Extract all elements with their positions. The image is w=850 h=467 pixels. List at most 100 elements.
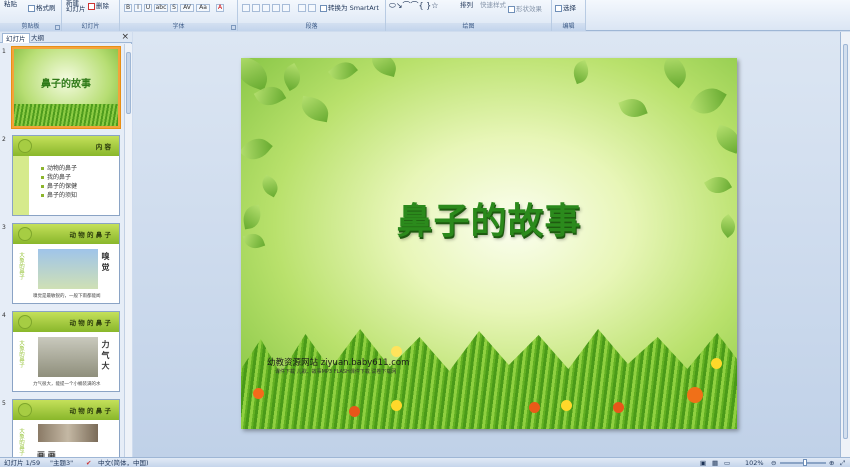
thumb-header: 动 物 的 鼻 子 xyxy=(13,224,119,244)
paste-button[interactable]: 粘贴 xyxy=(4,0,17,8)
shape-effects-button[interactable]: 形状效果 xyxy=(508,5,542,13)
thumb-header-text: 动 物 的 鼻 子 xyxy=(69,231,111,239)
thumb-caption: 嗅觉是最敏锐的，一般下雨都能闻 xyxy=(33,294,101,299)
columns-icon[interactable] xyxy=(282,4,290,12)
list-item: 我的鼻子 xyxy=(41,172,71,181)
align-left-icon[interactable] xyxy=(242,4,250,12)
tab-outline[interactable]: 大纲 xyxy=(28,33,47,43)
italic-button[interactable]: I xyxy=(134,4,142,12)
circle-icon xyxy=(18,227,32,241)
group-label-drawing: 绘图 xyxy=(386,23,551,31)
leaf-decoration xyxy=(657,58,693,89)
close-panel-icon[interactable]: × xyxy=(121,32,129,42)
delete-label: 删除 xyxy=(96,2,109,10)
leaf-decoration xyxy=(241,131,273,167)
align-center-icon[interactable] xyxy=(252,4,260,12)
thumbnail-list: 1 鼻子的故事 2 内 容 动物的鼻子 我的鼻子 鼻子的保健 鼻子的须知 3 动… xyxy=(0,44,124,457)
effects-icon xyxy=(508,5,515,13)
shape-effects-label: 形状效果 xyxy=(516,5,542,13)
language-indicator[interactable]: 中文(简体，中国) xyxy=(98,459,149,467)
fit-window-icon[interactable]: ⤢ xyxy=(840,459,845,467)
shadow-button[interactable]: S xyxy=(170,4,178,12)
thumb-header-text: 内 容 xyxy=(95,143,111,151)
workspace-scrollbar[interactable] xyxy=(840,32,850,457)
new-slide-button[interactable]: 新建 幻灯片 xyxy=(66,0,86,12)
arrange-button[interactable]: 排列 xyxy=(460,1,473,9)
group-font: B I U abc S AV Aa A 字体 xyxy=(120,0,238,31)
smartart-button[interactable]: 转换为 SmartArt xyxy=(320,4,379,12)
leaf-decoration xyxy=(299,95,331,123)
format-painter-label: 格式刷 xyxy=(36,4,56,12)
zoom-in-icon[interactable]: ⊕ xyxy=(829,459,834,467)
shapes-gallery[interactable]: ⬭↘︎⌒⌒{ }☆ xyxy=(389,2,438,10)
slideshow-view-icon[interactable]: ▭ xyxy=(724,459,730,467)
font-color-button[interactable]: A xyxy=(216,4,224,12)
slide-thumbnail-5[interactable]: 动 物 的 鼻 子 大象的鼻子 画 画 xyxy=(12,399,120,457)
flower-decoration xyxy=(711,358,722,369)
list-item: 鼻子的保健 xyxy=(41,181,77,190)
leaf-decoration xyxy=(712,124,737,154)
char-spacing-button[interactable]: AV xyxy=(180,4,194,12)
select-button[interactable]: 选择 xyxy=(555,4,576,12)
tab-slides[interactable]: 幻灯片 xyxy=(2,33,30,43)
group-label-font: 字体 xyxy=(120,23,237,31)
thumb-side-text: 大象的鼻子 xyxy=(18,428,24,456)
change-case-button[interactable]: Aa xyxy=(196,4,210,12)
format-painter-button[interactable]: 格式刷 xyxy=(28,4,56,12)
align-text-icon[interactable] xyxy=(308,4,316,12)
main-slide[interactable]: 鼻子的故事 幼教资源网站 ziyuan.baby611.com 课件下载 儿歌、… xyxy=(241,58,737,429)
slide-thumbnail-3[interactable]: 动 物 的 鼻 子 大象的鼻子 嗅 觉 嗅觉是最敏锐的，一般下雨都能闻 xyxy=(12,223,120,304)
list-item: 鼻子的须知 xyxy=(41,190,77,199)
justify-icon[interactable] xyxy=(272,4,280,12)
group-clipboard: 粘贴 格式刷 剪贴板 xyxy=(0,0,62,31)
scroll-thumb[interactable] xyxy=(126,52,131,114)
thumb-header: 动 物 的 鼻 子 xyxy=(13,312,119,332)
thumbnail-scrollbar[interactable] xyxy=(124,44,132,457)
painting-photo xyxy=(38,424,98,442)
thumb-side-text: 大象的鼻子 xyxy=(18,340,24,368)
thumb-vertical-text: 嗅 觉 xyxy=(101,252,110,271)
zoom-out-icon[interactable]: ⊖ xyxy=(771,459,776,467)
site-subcaption: 课件下载 儿歌、故事MP3 FLASH课件下载 试卷下载网 xyxy=(275,369,397,375)
smartart-icon xyxy=(320,4,327,12)
dialog-launcher-icon[interactable] xyxy=(55,25,60,30)
theme-name: "主题3" xyxy=(50,459,74,467)
thumb-header-text: 动 物 的 鼻 子 xyxy=(69,407,111,415)
thumb-caption: 力气很大，能提一个小桶装满的水 xyxy=(33,382,101,387)
circle-icon xyxy=(18,139,32,153)
slide-thumbnail-1[interactable]: 鼻子的故事 xyxy=(11,46,121,129)
slide-thumbnail-2[interactable]: 内 容 动物的鼻子 我的鼻子 鼻子的保健 鼻子的须知 xyxy=(12,135,120,216)
normal-view-icon[interactable]: ▣ xyxy=(700,459,706,467)
font-launcher-icon[interactable] xyxy=(231,25,236,30)
thumb-header: 动 物 的 鼻 子 xyxy=(13,400,119,420)
slide-thumbnail-4[interactable]: 动 物 的 鼻 子 大象的鼻子 力 气 大 力气很大，能提一个小桶装满的水 xyxy=(12,311,120,392)
slides-panel: 幻灯片 大纲 × 1 鼻子的故事 2 内 容 动物的鼻子 我的鼻子 鼻子的保健 … xyxy=(0,32,132,457)
group-label-clipboard: 剪贴板 xyxy=(0,23,61,31)
delete-icon xyxy=(88,2,95,10)
leaf-decoration xyxy=(689,81,727,121)
elephant-photo xyxy=(38,337,98,377)
zoom-knob[interactable] xyxy=(803,459,808,466)
flower-decoration xyxy=(687,387,703,403)
strikethrough-button[interactable]: abc xyxy=(154,4,168,12)
flower-decoration xyxy=(561,400,572,411)
slide-title[interactable]: 鼻子的故事 xyxy=(241,192,737,244)
group-editing: 选择 编辑 xyxy=(552,0,586,31)
underline-button[interactable]: U xyxy=(144,4,152,12)
sorter-view-icon[interactable]: ▦ xyxy=(712,459,718,467)
zoom-level[interactable]: 102% xyxy=(745,459,764,467)
leaf-decoration xyxy=(278,62,306,92)
bold-button[interactable]: B xyxy=(124,4,132,12)
flower-decoration xyxy=(253,388,264,399)
text-direction-icon[interactable] xyxy=(298,4,306,12)
workspace-scroll-thumb[interactable] xyxy=(843,44,848,439)
list-item: 动物的鼻子 xyxy=(41,163,77,172)
spellcheck-icon[interactable]: ✔ xyxy=(86,459,91,467)
slide-number: 1 xyxy=(2,48,6,55)
align-right-icon[interactable] xyxy=(262,4,270,12)
panel-tabs: 幻灯片 大纲 × xyxy=(0,32,132,43)
quick-styles-button[interactable]: 快速样式 xyxy=(480,1,506,9)
cursor-icon xyxy=(555,4,562,12)
site-caption[interactable]: 幼教资源网站 ziyuan.baby611.com xyxy=(267,356,409,368)
delete-slide-button[interactable]: 删除 xyxy=(88,2,109,10)
